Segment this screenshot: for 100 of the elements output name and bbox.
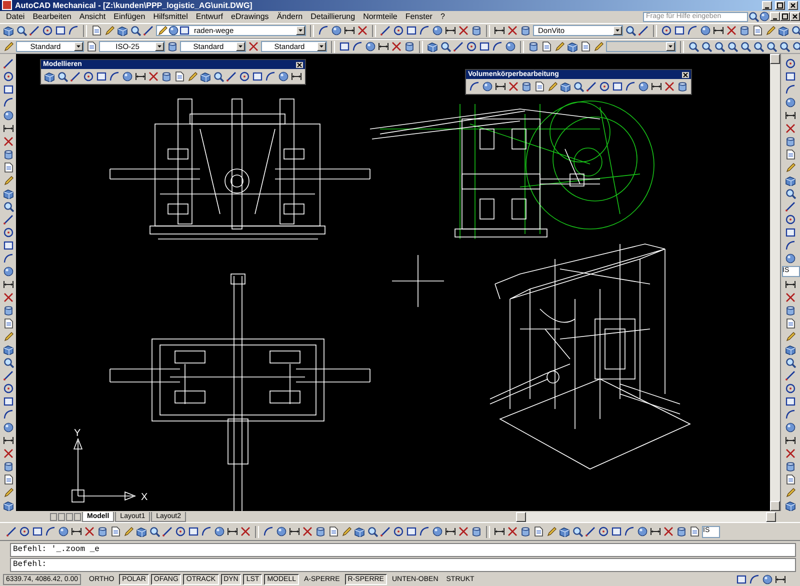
arc-icon[interactable] [2, 253, 14, 264]
square-icon[interactable] [339, 41, 350, 52]
cube-icon[interactable] [778, 25, 789, 36]
menu-item[interactable]: ? [436, 12, 449, 22]
arc-icon[interactable] [352, 41, 363, 52]
arc-icon[interactable] [2, 97, 14, 108]
magnifier-icon[interactable] [714, 41, 725, 52]
pencil-icon[interactable] [3, 41, 14, 52]
pencil-icon[interactable] [547, 81, 558, 92]
dimension-icon[interactable] [785, 279, 796, 290]
cross-icon[interactable] [785, 448, 796, 460]
square-icon[interactable] [32, 526, 43, 538]
line-icon[interactable] [143, 25, 154, 36]
cross-icon[interactable] [391, 41, 402, 52]
document-icon[interactable] [541, 41, 552, 52]
square-icon[interactable] [2, 84, 14, 96]
circle-icon[interactable] [785, 214, 796, 226]
sphere-icon[interactable] [2, 266, 14, 278]
pencil-icon[interactable] [2, 487, 14, 498]
magnifier-icon[interactable] [688, 41, 699, 52]
magnifier-icon[interactable] [130, 25, 141, 36]
document-icon[interactable] [174, 71, 185, 82]
magnifier-icon[interactable] [785, 188, 796, 200]
arc-icon[interactable] [45, 526, 56, 538]
line-icon[interactable] [785, 201, 796, 212]
menu-item[interactable]: Datei [2, 12, 29, 22]
arc-icon[interactable] [625, 81, 636, 92]
dimension-icon[interactable] [227, 526, 238, 538]
line-icon[interactable] [380, 526, 391, 538]
line-icon[interactable] [638, 25, 649, 36]
cube-icon[interactable] [200, 71, 211, 82]
cube-icon[interactable] [117, 25, 128, 36]
magnifier-icon[interactable] [16, 25, 27, 36]
line-icon[interactable] [29, 25, 40, 36]
circle-icon[interactable] [2, 383, 14, 394]
cylinder-icon[interactable] [739, 25, 750, 36]
dimension-icon[interactable] [445, 25, 456, 36]
line-icon[interactable] [6, 526, 17, 538]
arc-icon[interactable] [419, 526, 430, 538]
document-icon[interactable] [328, 526, 339, 538]
line-icon[interactable] [585, 526, 596, 538]
circle-icon[interactable] [393, 25, 404, 36]
circle-icon[interactable] [598, 526, 609, 538]
line-icon[interactable] [2, 370, 14, 382]
close-icon[interactable] [296, 62, 303, 68]
horizontal-scrollbar[interactable] [516, 512, 776, 522]
magnifier-icon[interactable] [625, 25, 636, 36]
magnifier-icon[interactable] [701, 41, 712, 52]
sphere-icon[interactable] [482, 81, 493, 92]
magnifier-icon[interactable] [779, 41, 790, 52]
magnifier-icon[interactable] [727, 41, 738, 52]
arc-icon[interactable] [68, 25, 79, 36]
magnifier-icon[interactable] [149, 526, 160, 538]
arc-icon[interactable] [624, 526, 635, 538]
circle-icon[interactable] [239, 71, 250, 82]
cube-icon[interactable] [2, 188, 14, 200]
menu-item[interactable]: Einfügen [110, 12, 150, 22]
document-icon[interactable] [2, 474, 14, 486]
menu-item[interactable]: Bearbeiten [28, 12, 76, 22]
cross-icon[interactable] [664, 81, 675, 92]
arc-icon[interactable] [469, 81, 480, 92]
cylinder-icon[interactable] [677, 81, 688, 92]
arc-icon[interactable] [265, 71, 276, 82]
square-icon[interactable] [612, 81, 623, 92]
line-icon[interactable] [453, 41, 464, 52]
sphere-icon[interactable] [759, 11, 770, 22]
menu-item[interactable]: Entwurf [192, 12, 228, 22]
cylinder-icon[interactable] [528, 41, 539, 52]
magnifier-icon[interactable] [213, 71, 224, 82]
dimension-icon[interactable] [495, 81, 506, 92]
cube-icon[interactable] [44, 71, 55, 82]
square-icon[interactable] [96, 71, 107, 82]
menu-item[interactable]: Fenster [401, 12, 436, 22]
circle-icon[interactable] [466, 41, 477, 52]
document-icon[interactable] [785, 149, 796, 160]
circle-icon[interactable] [2, 227, 14, 238]
document-icon[interactable] [91, 25, 102, 36]
sphere-icon[interactable] [637, 526, 648, 538]
arc-icon[interactable] [785, 84, 796, 96]
cube-icon[interactable] [354, 526, 365, 538]
pencil-icon[interactable] [785, 487, 796, 498]
cube-icon[interactable] [567, 41, 578, 52]
close-button[interactable] [788, 0, 798, 10]
dimension-icon[interactable] [775, 574, 786, 585]
square-icon[interactable] [2, 396, 14, 408]
cylinder-icon[interactable] [520, 526, 531, 538]
magnifier-icon[interactable] [766, 41, 777, 52]
sphere-icon[interactable] [700, 25, 711, 36]
document-icon[interactable] [110, 526, 121, 538]
cross-icon[interactable] [148, 71, 159, 82]
arc-icon[interactable] [419, 25, 430, 36]
arc-icon[interactable] [785, 240, 796, 252]
dimension-icon[interactable] [445, 526, 456, 538]
line-icon[interactable] [785, 370, 796, 382]
cube-icon[interactable] [136, 526, 147, 538]
arc-icon[interactable] [687, 25, 698, 36]
sphere-icon[interactable] [276, 526, 287, 538]
cross-icon[interactable] [248, 41, 259, 52]
sphere-icon[interactable] [214, 526, 225, 538]
menu-item[interactable]: Normteile [359, 12, 402, 22]
